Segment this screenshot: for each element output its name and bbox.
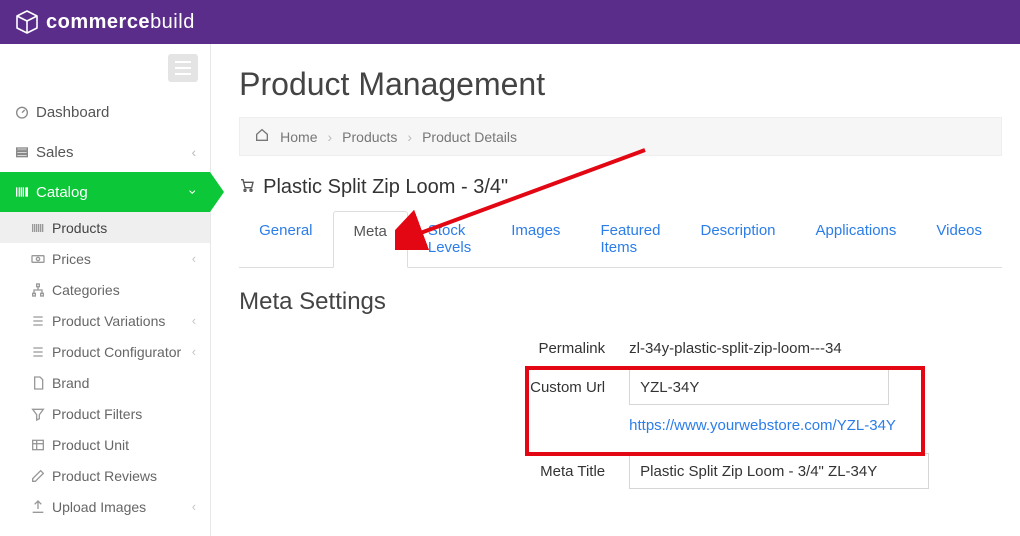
cart-icon xyxy=(239,176,255,199)
barcode-icon xyxy=(14,184,36,200)
breadcrumb-products[interactable]: Products xyxy=(342,129,397,145)
dashboard-icon xyxy=(14,104,36,120)
sales-icon xyxy=(14,144,36,160)
table-icon xyxy=(30,437,52,453)
sidebar: Dashboard Sales ‹ Catalog › Products Pri… xyxy=(0,44,211,536)
permalink-value: zl-34y-plastic-split-zip-loom---34 xyxy=(629,340,1002,357)
product-name: Plastic Split Zip Loom - 3/4" xyxy=(263,176,508,199)
sidebar-sub-prices[interactable]: Prices ‹ xyxy=(0,243,210,274)
chevron-right-icon: › xyxy=(407,129,412,145)
product-heading: Plastic Split Zip Loom - 3/4" xyxy=(239,176,1002,199)
sidebar-item-label: Sales xyxy=(36,144,191,161)
brand-name: commercebuild xyxy=(46,11,195,34)
meta-title-label: Meta Title xyxy=(239,463,629,480)
permalink-label: Permalink xyxy=(239,340,629,357)
sidebar-item-catalog[interactable]: Catalog › xyxy=(0,172,210,212)
tab-featured[interactable]: Featured Items xyxy=(580,211,680,267)
money-icon xyxy=(30,251,52,267)
edit-icon xyxy=(30,468,52,484)
custom-url-input[interactable] xyxy=(629,369,889,405)
brand-logo[interactable]: commercebuild xyxy=(14,9,195,35)
sidebar-sub-configurator[interactable]: Product Configurator ‹ xyxy=(0,336,210,367)
sidebar-sub-label: Products xyxy=(52,220,196,236)
sidebar-sub-upload[interactable]: Upload Images ‹ xyxy=(0,491,210,522)
home-icon xyxy=(254,127,270,146)
sidebar-sub-label: Brand xyxy=(52,375,196,391)
chevron-left-icon: ‹ xyxy=(192,499,196,514)
tab-general[interactable]: General xyxy=(239,211,332,267)
meta-title-input[interactable] xyxy=(629,453,929,489)
breadcrumb-home[interactable]: Home xyxy=(280,129,317,145)
sitemap-icon xyxy=(30,282,52,298)
tab-applications[interactable]: Applications xyxy=(796,211,917,267)
filter-icon xyxy=(30,406,52,422)
list-icon xyxy=(30,313,52,329)
sidebar-sub-categories[interactable]: Categories xyxy=(0,274,210,305)
chevron-left-icon: ‹ xyxy=(192,313,196,328)
chevron-down-icon: › xyxy=(186,190,202,195)
sidebar-sub-variations[interactable]: Product Variations ‹ xyxy=(0,305,210,336)
sidebar-sub-reviews[interactable]: Product Reviews xyxy=(0,460,210,491)
tab-videos[interactable]: Videos xyxy=(916,211,1002,267)
sidebar-item-label: Dashboard xyxy=(36,104,196,121)
sidebar-item-sales[interactable]: Sales ‹ xyxy=(0,132,210,172)
sidebar-sub-label: Upload Images xyxy=(52,499,192,515)
sidebar-sub-label: Categories xyxy=(52,282,196,298)
sidebar-sub-label: Prices xyxy=(52,251,192,267)
tabs: General Meta Stock Levels Images Feature… xyxy=(239,211,1002,268)
sidebar-sub-unit[interactable]: Product Unit xyxy=(0,429,210,460)
tab-images[interactable]: Images xyxy=(491,211,580,267)
sidebar-sub-label: Product Reviews xyxy=(52,468,196,484)
breadcrumb-details: Product Details xyxy=(422,129,517,145)
custom-url-label: Custom Url xyxy=(239,379,629,396)
tab-stock-levels[interactable]: Stock Levels xyxy=(408,211,491,267)
sidebar-item-dashboard[interactable]: Dashboard xyxy=(0,92,210,132)
topbar: commercebuild xyxy=(0,0,1020,44)
custom-url-preview-link[interactable]: https://www.yourwebstore.com/YZL-34Y xyxy=(629,417,896,434)
sidebar-sub-label: Product Unit xyxy=(52,437,196,453)
sidebar-sub-products[interactable]: Products xyxy=(0,212,210,243)
chevron-right-icon: › xyxy=(328,129,333,145)
sidebar-sub-label: Product Filters xyxy=(52,406,196,422)
tab-description[interactable]: Description xyxy=(680,211,795,267)
breadcrumb: Home › Products › Product Details xyxy=(239,117,1002,156)
section-title: Meta Settings xyxy=(239,288,1002,316)
chevron-left-icon: ‹ xyxy=(192,344,196,359)
page-title: Product Management xyxy=(239,66,1002,103)
sidebar-item-label: Catalog xyxy=(36,184,191,201)
chevron-left-icon: ‹ xyxy=(191,144,196,160)
meta-form: Permalink zl-34y-plastic-split-zip-loom-… xyxy=(239,340,1002,489)
menu-toggle-icon[interactable] xyxy=(168,54,198,82)
upload-icon xyxy=(30,499,52,515)
sidebar-sub-brand[interactable]: Brand xyxy=(0,367,210,398)
tab-meta[interactable]: Meta xyxy=(333,211,408,268)
barcode-icon xyxy=(30,220,52,236)
file-icon xyxy=(30,375,52,391)
sidebar-sub-filters[interactable]: Product Filters xyxy=(0,398,210,429)
main-content: Product Management Home › Products › Pro… xyxy=(211,44,1020,536)
cube-icon xyxy=(14,9,40,35)
chevron-left-icon: ‹ xyxy=(192,251,196,266)
sidebar-sub-label: Product Variations xyxy=(52,313,192,329)
list-icon xyxy=(30,344,52,360)
sidebar-sub-label: Product Configurator xyxy=(52,344,192,360)
